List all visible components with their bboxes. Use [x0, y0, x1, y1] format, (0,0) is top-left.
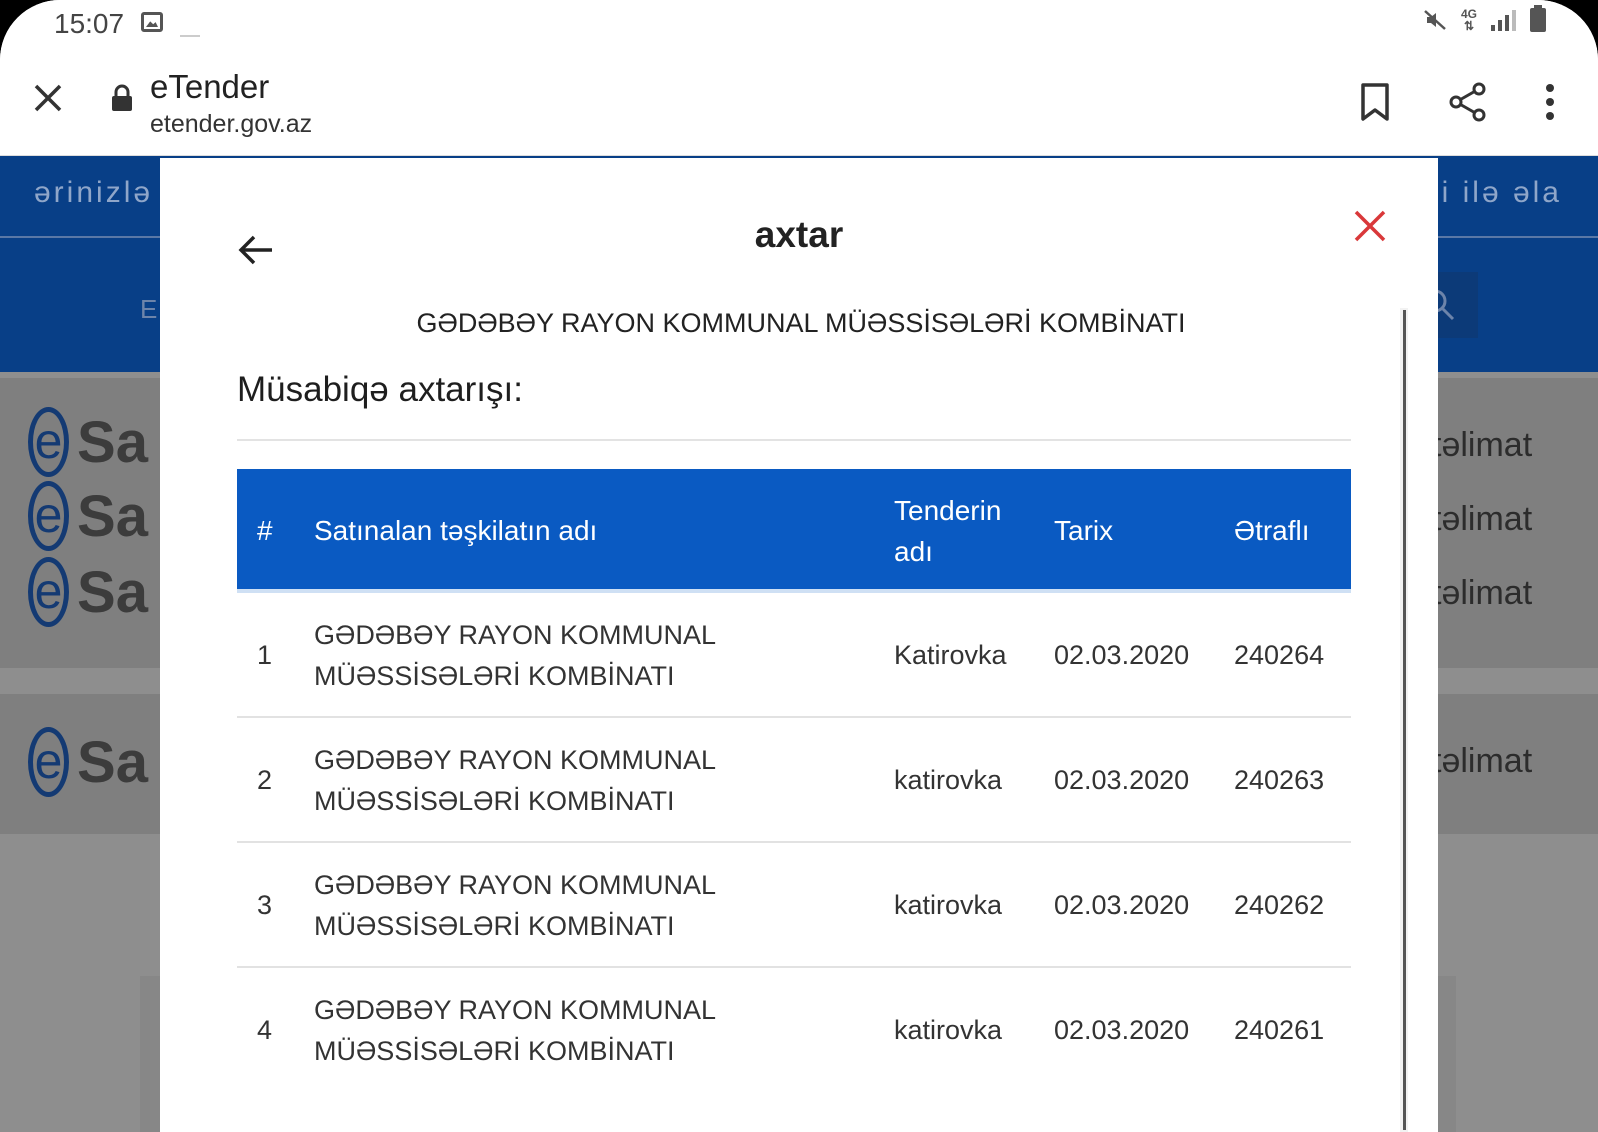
- browser-toolbar: eTender etender.gov.az: [0, 50, 1598, 156]
- col-header-date: Tarix: [1054, 515, 1114, 546]
- row-date: 02.03.2020: [1054, 1015, 1190, 1045]
- row-tender: katirovka: [894, 1015, 1003, 1045]
- search-modal: axtar GƏDƏBƏY RAYON KOMMUNAL MÜƏSSİSƏLƏR…: [160, 158, 1438, 1132]
- row-num: 4: [257, 1015, 273, 1045]
- network-4g-icon: 4G ⇅: [1461, 8, 1477, 32]
- more-vert-icon[interactable]: [1540, 82, 1560, 122]
- etender-logo-icon: e Sa: [28, 556, 148, 628]
- row-details-link[interactable]: 240261: [1234, 1010, 1324, 1051]
- row-org-line1: GƏDƏBƏY RAYON KOMMUNAL: [314, 745, 717, 775]
- col-header-tender-name-line1: Tenderin: [894, 495, 1002, 526]
- bg-card-text: təlimat: [1432, 574, 1533, 612]
- scrollbar-thumb[interactable]: [1403, 310, 1406, 1130]
- row-tender: Katirovka: [894, 640, 1007, 670]
- status-right-icons: 4G ⇅: [1423, 5, 1546, 32]
- row-num: 3: [257, 890, 273, 920]
- etender-logo-icon: e Sa: [28, 726, 148, 798]
- gallery-icon: [141, 12, 163, 32]
- col-header-tender-name-line2: adı: [894, 536, 933, 567]
- row-num: 1: [257, 640, 273, 670]
- close-icon[interactable]: [28, 78, 68, 118]
- row-org-line1: GƏDƏBƏY RAYON KOMMUNAL: [314, 995, 717, 1025]
- lock-icon: [112, 84, 132, 111]
- page-url[interactable]: etender.gov.az: [150, 110, 312, 139]
- battery-icon: [1530, 5, 1546, 32]
- table-header: # Satınalan təşkilatın adı Tenderin adı …: [237, 469, 1351, 593]
- table-row[interactable]: 2 GƏDƏBƏY RAYON KOMMUNAL MÜƏSSİSƏLƏRİ KO…: [237, 718, 1351, 843]
- row-date: 02.03.2020: [1054, 890, 1190, 920]
- organization-name: GƏDƏBƏY RAYON KOMMUNAL MÜƏSSİSƏLƏRİ KOMB…: [416, 308, 1186, 338]
- signal-icon: [1491, 9, 1516, 31]
- close-icon[interactable]: [1352, 208, 1388, 244]
- row-num: 2: [257, 765, 273, 795]
- status-dash: [180, 35, 200, 37]
- row-details-link[interactable]: 240263: [1234, 760, 1324, 801]
- row-org-line2: MÜƏSSİSƏLƏRİ KOMBİNATI: [314, 1036, 675, 1066]
- bg-search-text: E: [140, 294, 158, 324]
- bg-nav-text-left: ərinizlə: [34, 176, 154, 209]
- section-heading: Müsabiqə axtarışı:: [237, 370, 523, 409]
- row-date: 02.03.2020: [1054, 765, 1190, 795]
- status-bar: 15:07 4G ⇅: [0, 0, 1598, 50]
- table-row[interactable]: 1 GƏDƏBƏY RAYON KOMMUNAL MÜƏSSİSƏLƏRİ KO…: [237, 593, 1351, 718]
- modal-title: axtar: [754, 214, 844, 255]
- mute-icon: [1424, 10, 1446, 30]
- row-tender: katirovka: [894, 890, 1003, 920]
- share-icon[interactable]: [1448, 82, 1488, 122]
- bg-nav-text-right: i ilə əla: [1441, 176, 1562, 209]
- col-header-org-name: Satınalan təşkilatın adı: [314, 515, 598, 546]
- row-org-line2: MÜƏSSİSƏLƏRİ KOMBİNATI: [314, 786, 675, 816]
- device-screen: 15:07 4G ⇅ eTender etender.gov.az əriniz…: [0, 0, 1598, 1132]
- network-arrows: ⇅: [1463, 19, 1475, 33]
- row-org-line1: GƏDƏBƏY RAYON KOMMUNAL: [314, 620, 717, 650]
- row-details-link[interactable]: 240262: [1234, 885, 1324, 926]
- row-org-line2: MÜƏSSİSƏLƏRİ KOMBİNATI: [314, 911, 675, 941]
- etender-logo-icon: e Sa: [28, 480, 148, 552]
- row-org-line1: GƏDƏBƏY RAYON KOMMUNAL: [314, 870, 717, 900]
- col-header-details: Ətraflı: [1234, 515, 1310, 546]
- status-time: 15:07: [54, 8, 125, 39]
- row-details-link[interactable]: 240264: [1234, 635, 1324, 676]
- row-date: 02.03.2020: [1054, 640, 1190, 670]
- col-header-num: #: [257, 515, 273, 546]
- bg-card-text: təlimat: [1432, 742, 1533, 780]
- table-row[interactable]: 3 GƏDƏBƏY RAYON KOMMUNAL MÜƏSSİSƏLƏRİ KO…: [237, 843, 1351, 968]
- row-tender: katirovka: [894, 765, 1003, 795]
- bg-card-text: təlimat: [1432, 500, 1533, 538]
- bookmark-icon[interactable]: [1358, 82, 1392, 122]
- results-table: # Satınalan təşkilatın adı Tenderin adı …: [237, 469, 1351, 1093]
- bg-card-text: təlimat: [1432, 426, 1533, 464]
- etender-logo-icon: e Sa: [28, 406, 148, 478]
- row-org-line2: MÜƏSSİSƏLƏRİ KOMBİNATI: [314, 661, 675, 691]
- table-row[interactable]: 4 GƏDƏBƏY RAYON KOMMUNAL MÜƏSSİSƏLƏRİ KO…: [237, 968, 1351, 1093]
- divider: [237, 439, 1351, 441]
- page-title: eTender: [150, 68, 270, 105]
